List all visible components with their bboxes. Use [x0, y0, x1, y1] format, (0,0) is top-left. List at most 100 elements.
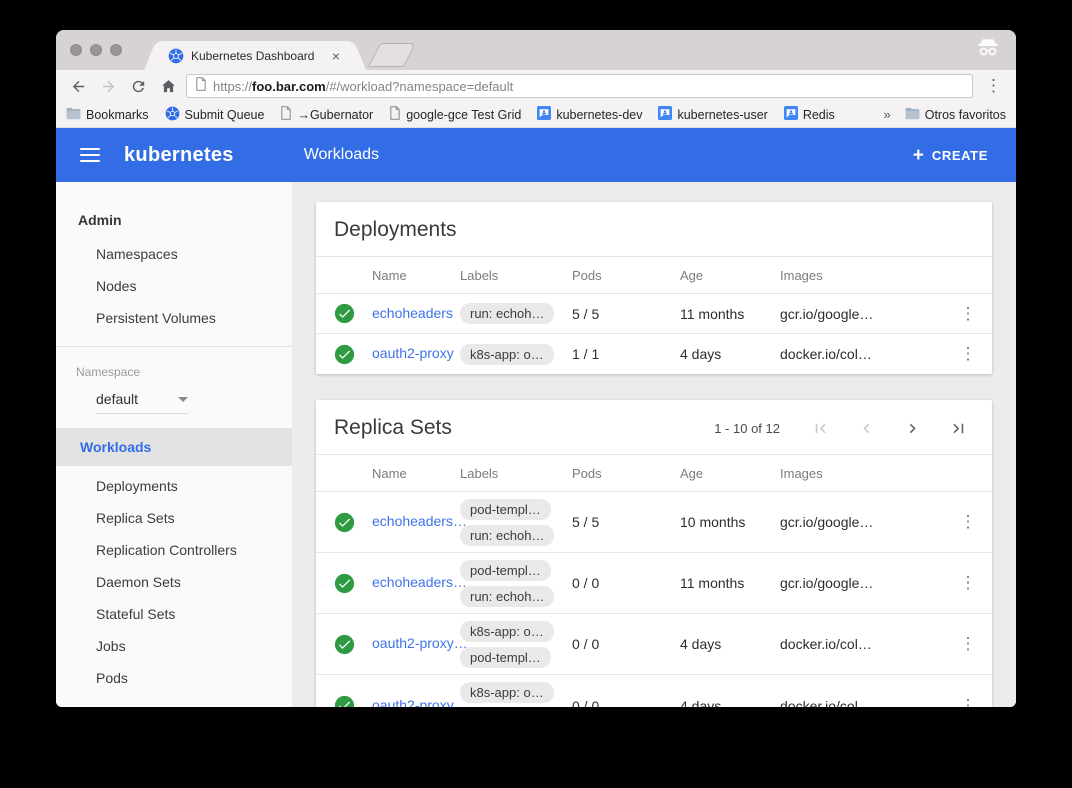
- back-button[interactable]: [66, 74, 90, 98]
- first-page-icon[interactable]: [810, 418, 830, 438]
- sidebar-item-daemon-sets[interactable]: Daemon Sets: [56, 566, 292, 598]
- pods-cell: 0 / 0: [572, 636, 680, 652]
- sidebar-item-namespaces[interactable]: Namespaces: [56, 238, 292, 270]
- plus-icon: +: [913, 146, 924, 165]
- sidebar-item-replica-sets[interactable]: Replica Sets: [56, 502, 292, 534]
- row-menu-icon[interactable]: ⋮: [944, 573, 992, 593]
- bookmark-other-favorites[interactable]: Otros favoritos: [905, 107, 1006, 123]
- row-menu-icon[interactable]: ⋮: [944, 634, 992, 654]
- row-menu-icon[interactable]: ⋮: [944, 304, 992, 324]
- status-ok-icon: [316, 344, 372, 365]
- label-chip: run: echoh…: [460, 586, 554, 607]
- resource-name-link[interactable]: echoheaders…: [372, 513, 460, 531]
- kubernetes-brand[interactable]: kubernetes: [124, 144, 234, 167]
- status-ok-icon: [316, 512, 372, 533]
- replicasets-table-header: NameLabelsPodsAgeImages: [316, 454, 992, 492]
- sidebar-item-jobs[interactable]: Jobs: [56, 630, 292, 662]
- bookmarks-bar: Bookmarks Submit Queue →Gubernator google-g…: [56, 102, 1016, 128]
- bookmark-submit-queue[interactable]: Submit Queue: [165, 106, 265, 124]
- sidebar-item-stateful-sets[interactable]: Stateful Sets: [56, 598, 292, 630]
- age-cell: 11 months: [680, 575, 780, 591]
- table-row: echoheadersrun: echoh…5 / 511 monthsgcr.…: [316, 294, 992, 334]
- sidebar-divider: [56, 346, 292, 347]
- folder-icon: [66, 107, 81, 123]
- column-header-labels: Labels: [460, 466, 572, 481]
- traffic-lights: [70, 44, 122, 56]
- table-row: oauth2-proxy…k8s-app: o…pod-templ…0 / 04…: [316, 675, 992, 707]
- pods-cell: 0 / 0: [572, 698, 680, 708]
- bookmarks-overflow-icon[interactable]: »: [883, 107, 890, 122]
- label-chip: k8s-app: o…: [460, 344, 554, 365]
- table-row: oauth2-proxy…k8s-app: o…pod-templ…0 / 04…: [316, 614, 992, 675]
- previous-page-icon[interactable]: [856, 418, 876, 438]
- pods-cell: 0 / 0: [572, 575, 680, 591]
- browser-menu-icon[interactable]: ⋮: [979, 76, 1008, 96]
- sidebar-section-admin[interactable]: Admin: [56, 202, 292, 238]
- column-header-labels: Labels: [460, 268, 572, 283]
- row-menu-icon[interactable]: ⋮: [944, 512, 992, 532]
- labels-cell: k8s-app: o…pod-templ…: [460, 615, 572, 674]
- close-window-button[interactable]: [70, 44, 82, 56]
- column-header-pods: Pods: [572, 268, 680, 283]
- pods-cell: 5 / 5: [572, 514, 680, 530]
- deployments-table-body: echoheadersrun: echoh…5 / 511 monthsgcr.…: [316, 294, 992, 374]
- sidebar-item-persistent-volumes[interactable]: Persistent Volumes: [56, 302, 292, 334]
- home-button[interactable]: [156, 74, 180, 98]
- sidebar-item-deployments[interactable]: Deployments: [56, 470, 292, 502]
- deployments-card-title: Deployments: [334, 218, 968, 242]
- namespace-label: Namespace: [56, 361, 292, 389]
- namespace-value: default: [96, 391, 138, 407]
- sidebar-item-workloads-active[interactable]: Workloads: [56, 428, 292, 466]
- admin-items: NamespacesNodesPersistent Volumes: [56, 238, 292, 334]
- tab-title: Kubernetes Dashboard: [191, 49, 321, 63]
- next-page-icon[interactable]: [902, 418, 922, 438]
- resource-name-link[interactable]: oauth2-proxy…: [372, 697, 460, 708]
- age-cell: 4 days: [680, 698, 780, 708]
- pods-cell: 1 / 1: [572, 346, 680, 362]
- age-cell: 10 months: [680, 514, 780, 530]
- resource-name-link[interactable]: echoheaders: [372, 305, 460, 323]
- sidebar-item-nodes[interactable]: Nodes: [56, 270, 292, 302]
- zoom-window-button[interactable]: [110, 44, 122, 56]
- bookmark-gubernator[interactable]: →Gubernator: [280, 106, 373, 124]
- row-menu-icon[interactable]: ⋮: [944, 344, 992, 364]
- page-icon: [280, 106, 292, 123]
- age-cell: 4 days: [680, 346, 780, 362]
- chevron-down-icon: [178, 397, 188, 402]
- sidebar-item-pods[interactable]: Pods: [56, 662, 292, 694]
- bookmark-kubernetes-user[interactable]: kubernetes-user: [658, 106, 767, 124]
- bookmark-bookmarks[interactable]: Bookmarks: [66, 106, 149, 124]
- label-chip: pod-templ…: [460, 560, 551, 581]
- bookmark-kubernetes-dev[interactable]: kubernetes-dev: [537, 106, 642, 124]
- tab-close-icon[interactable]: ×: [328, 48, 344, 64]
- bookmark-redis[interactable]: Redis: [784, 106, 835, 124]
- status-ok-icon: [316, 303, 372, 324]
- namespace-select[interactable]: default: [96, 391, 188, 414]
- url-bar[interactable]: https://foo.bar.com/#/workload?namespace…: [186, 74, 973, 98]
- minimize-window-button[interactable]: [90, 44, 102, 56]
- last-page-icon[interactable]: [948, 418, 968, 438]
- page-icon: [389, 106, 401, 123]
- resource-name-link[interactable]: oauth2-proxy…: [372, 635, 460, 653]
- labels-cell: k8s-app: o…: [460, 338, 572, 371]
- label-chip: run: echoh…: [460, 525, 554, 546]
- kubernetes-icon: [165, 106, 180, 124]
- browser-tab[interactable]: Kubernetes Dashboard ×: [162, 41, 348, 70]
- bookmark-google-gce-test-grid[interactable]: google-gce Test Grid: [389, 106, 521, 124]
- window-titlebar[interactable]: Kubernetes Dashboard ×: [56, 30, 1016, 70]
- url-text: https://foo.bar.com/#/workload?namespace…: [213, 79, 513, 94]
- images-cell: gcr.io/google…: [780, 575, 944, 591]
- workload-items: DeploymentsReplica SetsReplication Contr…: [56, 466, 292, 694]
- label-chip: k8s-app: o…: [460, 682, 554, 703]
- create-button[interactable]: + CREATE: [913, 146, 988, 165]
- sidebar-item-replication-controllers[interactable]: Replication Controllers: [56, 534, 292, 566]
- folder-icon: [905, 107, 920, 123]
- forward-button[interactable]: [96, 74, 120, 98]
- new-tab-button[interactable]: [368, 43, 417, 67]
- row-menu-icon[interactable]: ⋮: [944, 696, 992, 708]
- column-header-age: Age: [680, 466, 780, 481]
- resource-name-link[interactable]: oauth2-proxy: [372, 345, 460, 363]
- reload-button[interactable]: [126, 74, 150, 98]
- resource-name-link[interactable]: echoheaders…: [372, 574, 460, 592]
- hamburger-menu-icon[interactable]: [80, 144, 100, 166]
